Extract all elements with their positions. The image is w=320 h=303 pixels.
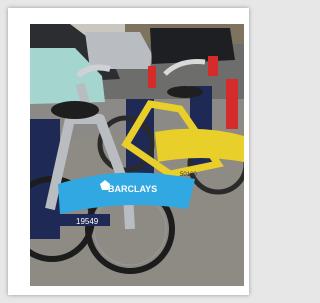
red-dock-post (226, 79, 238, 129)
yellow-mudguard (155, 128, 244, 162)
red-dock-sign-2 (208, 56, 218, 76)
yellow-bike-seat (167, 86, 203, 98)
silver-car (85, 32, 152, 69)
bike-number: 19549 (76, 217, 99, 226)
front-bike-seat (51, 101, 99, 119)
red-dock-sign (148, 66, 156, 88)
bike-share-photo: 50160 BARCLAYS 19549 (30, 24, 244, 286)
barclays-brand-text: BARCLAYS (108, 184, 157, 194)
black-car (150, 28, 235, 64)
